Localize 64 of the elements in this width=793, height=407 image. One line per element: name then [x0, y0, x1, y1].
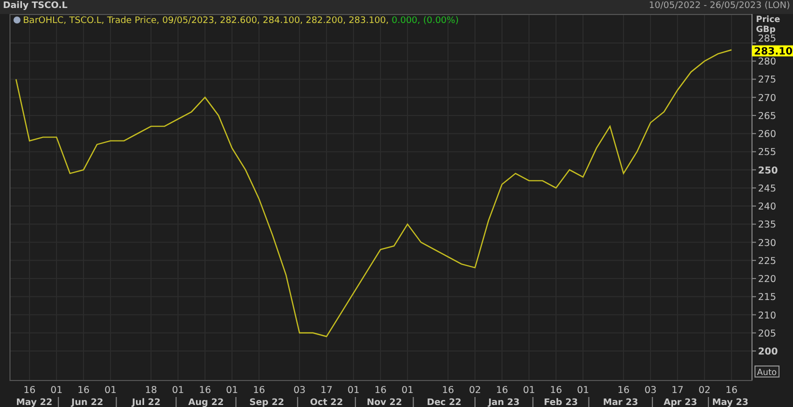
- month-label: Jul 22: [132, 398, 160, 407]
- x-tick-label: 16: [198, 385, 212, 396]
- y-tick-label: 215: [758, 292, 776, 304]
- x-tick-label: 17: [320, 385, 333, 396]
- y-tick-label: 210: [758, 310, 776, 322]
- x-tick-label: 01: [347, 385, 360, 396]
- month-label: Nov 22: [366, 398, 402, 407]
- chart-title: Daily TSCO.L: [3, 0, 68, 14]
- x-tick-label: 18: [144, 385, 158, 396]
- x-tick-label: 02: [698, 385, 711, 396]
- x-tick-label: 16: [77, 385, 90, 396]
- y-tick-label: 205: [758, 328, 776, 340]
- y-tick-label: 250: [758, 165, 778, 176]
- last-price-tag: 283.10: [752, 45, 793, 58]
- month-label: Sep 22: [249, 398, 284, 407]
- month-label: May 22: [16, 398, 52, 407]
- x-tick-label: 01: [401, 385, 414, 396]
- legend-icon[interactable]: [14, 16, 20, 24]
- x-tick-label: 16: [496, 385, 508, 396]
- x-tick-label: 01: [576, 385, 590, 396]
- y-tick-label: 200: [758, 346, 778, 358]
- month-label: Jun 22: [71, 398, 104, 407]
- month-label: Feb 23: [544, 398, 578, 407]
- y-tick-label: 285: [758, 34, 776, 44]
- y-tick-label: 230: [758, 238, 776, 249]
- month-label: Apr 23: [664, 398, 698, 407]
- month-label: Aug 22: [188, 398, 224, 407]
- x-tick-label: 02: [468, 385, 482, 396]
- x-tick-label: 16: [23, 385, 36, 396]
- y-tick-label: 225: [758, 256, 776, 267]
- y-tick-label: 260: [758, 129, 776, 140]
- x-tick-label: 03: [293, 385, 306, 396]
- axis-title: Price: [756, 15, 780, 25]
- x-tick-label: 16: [374, 385, 387, 396]
- y-tick-label: 255: [758, 147, 776, 158]
- x-tick-label: 16: [252, 385, 266, 396]
- y-tick-label: 280: [758, 56, 776, 68]
- auto-button[interactable]: Auto: [754, 366, 780, 378]
- x-tick-label: 01: [172, 385, 184, 396]
- month-label: Dec 22: [426, 398, 462, 407]
- x-tick-label: 16: [725, 385, 738, 396]
- date-range: 10/05/2022 - 26/05/2023 (LON): [648, 0, 790, 14]
- month-label: Mar 23: [603, 398, 638, 407]
- y-tick-label: 240: [758, 202, 776, 213]
- y-tick-label: 275: [758, 74, 776, 86]
- x-tick-label: 16: [442, 385, 454, 396]
- x-tick-label: 17: [671, 385, 684, 396]
- y-tick-label: 245: [758, 183, 776, 194]
- x-tick-label: 16: [617, 385, 630, 396]
- month-label: Oct 22: [310, 398, 343, 407]
- y-tick-label: 265: [758, 110, 776, 122]
- axis-unit: GBp: [756, 25, 776, 35]
- y-tick-label: 270: [758, 92, 776, 104]
- x-tick-label: 01: [50, 385, 63, 396]
- month-label: May 23: [712, 398, 748, 407]
- x-tick-label: 01: [226, 385, 238, 396]
- y-tick-label: 220: [758, 274, 776, 286]
- x-tick-label: 03: [644, 385, 657, 396]
- x-tick-label: 16: [550, 385, 562, 396]
- y-tick-label: 235: [758, 220, 776, 231]
- x-tick-label: 01: [104, 385, 117, 396]
- legend-text: BarOHLC, TSCO.L, Trade Price, 09/05/2023, 282.600, 284.100, 282.200, 283.100, 0.000, (0.00%): [23, 16, 459, 26]
- month-label: Jan 23: [488, 398, 520, 407]
- x-tick-label: 01: [522, 385, 536, 396]
